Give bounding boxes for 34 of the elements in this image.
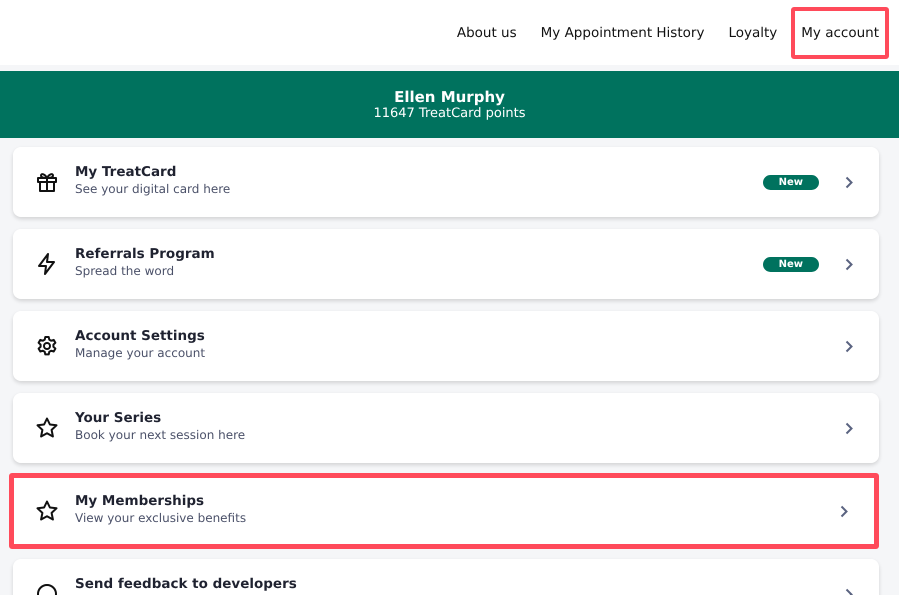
chevron-right-icon	[845, 422, 853, 434]
menu-title: Account Settings	[75, 328, 206, 345]
menu-card[interactable]: Send feedback to developers	[13, 559, 879, 595]
menu-subtitle: View your exclusive benefits	[75, 510, 248, 526]
nav-link[interactable]: My account	[791, 6, 889, 58]
menu-card[interactable]: Your Series Book your next session here	[13, 393, 879, 463]
chevron-right-icon	[840, 504, 848, 518]
chevron-right-icon	[845, 258, 853, 270]
menu-title: Send feedback to developers	[75, 576, 298, 593]
menu-title: My Memberships	[75, 493, 206, 510]
menu-title: Referrals Program	[75, 246, 216, 263]
new-badge: New	[762, 256, 819, 272]
user-name: Ellen Murphy	[394, 88, 505, 106]
star-icon	[35, 499, 59, 523]
menu-title: Your Series	[75, 410, 162, 427]
gift-icon	[35, 170, 59, 194]
menu-subtitle: Book your next session here	[75, 427, 246, 443]
menu-subtitle: Manage your account	[75, 345, 206, 361]
menu-card[interactable]: My TreatCard See your digital card here New	[13, 147, 879, 217]
menu-subtitle: Spread the word	[75, 263, 176, 279]
menu-card[interactable]: Referrals Program Spread the word New	[13, 229, 879, 299]
nav-link[interactable]: About us	[446, 6, 527, 58]
chevron-right-icon	[845, 176, 853, 188]
star-icon	[35, 416, 59, 440]
settings-icon	[35, 334, 59, 358]
chevron-right-icon	[845, 340, 853, 352]
menu-card[interactable]: My Memberships View your exclusive benefits	[9, 473, 879, 549]
new-badge: New	[762, 174, 819, 190]
menu-subtitle: See your digital card here	[75, 181, 232, 197]
nav-link[interactable]: My Appointment History	[530, 6, 714, 58]
points-balance: 11647 TreatCard points	[373, 106, 526, 121]
menu-card[interactable]: Account Settings Manage your account	[13, 311, 879, 381]
nav-link[interactable]: Loyalty	[718, 6, 788, 58]
menu-title: My TreatCard	[75, 164, 178, 181]
